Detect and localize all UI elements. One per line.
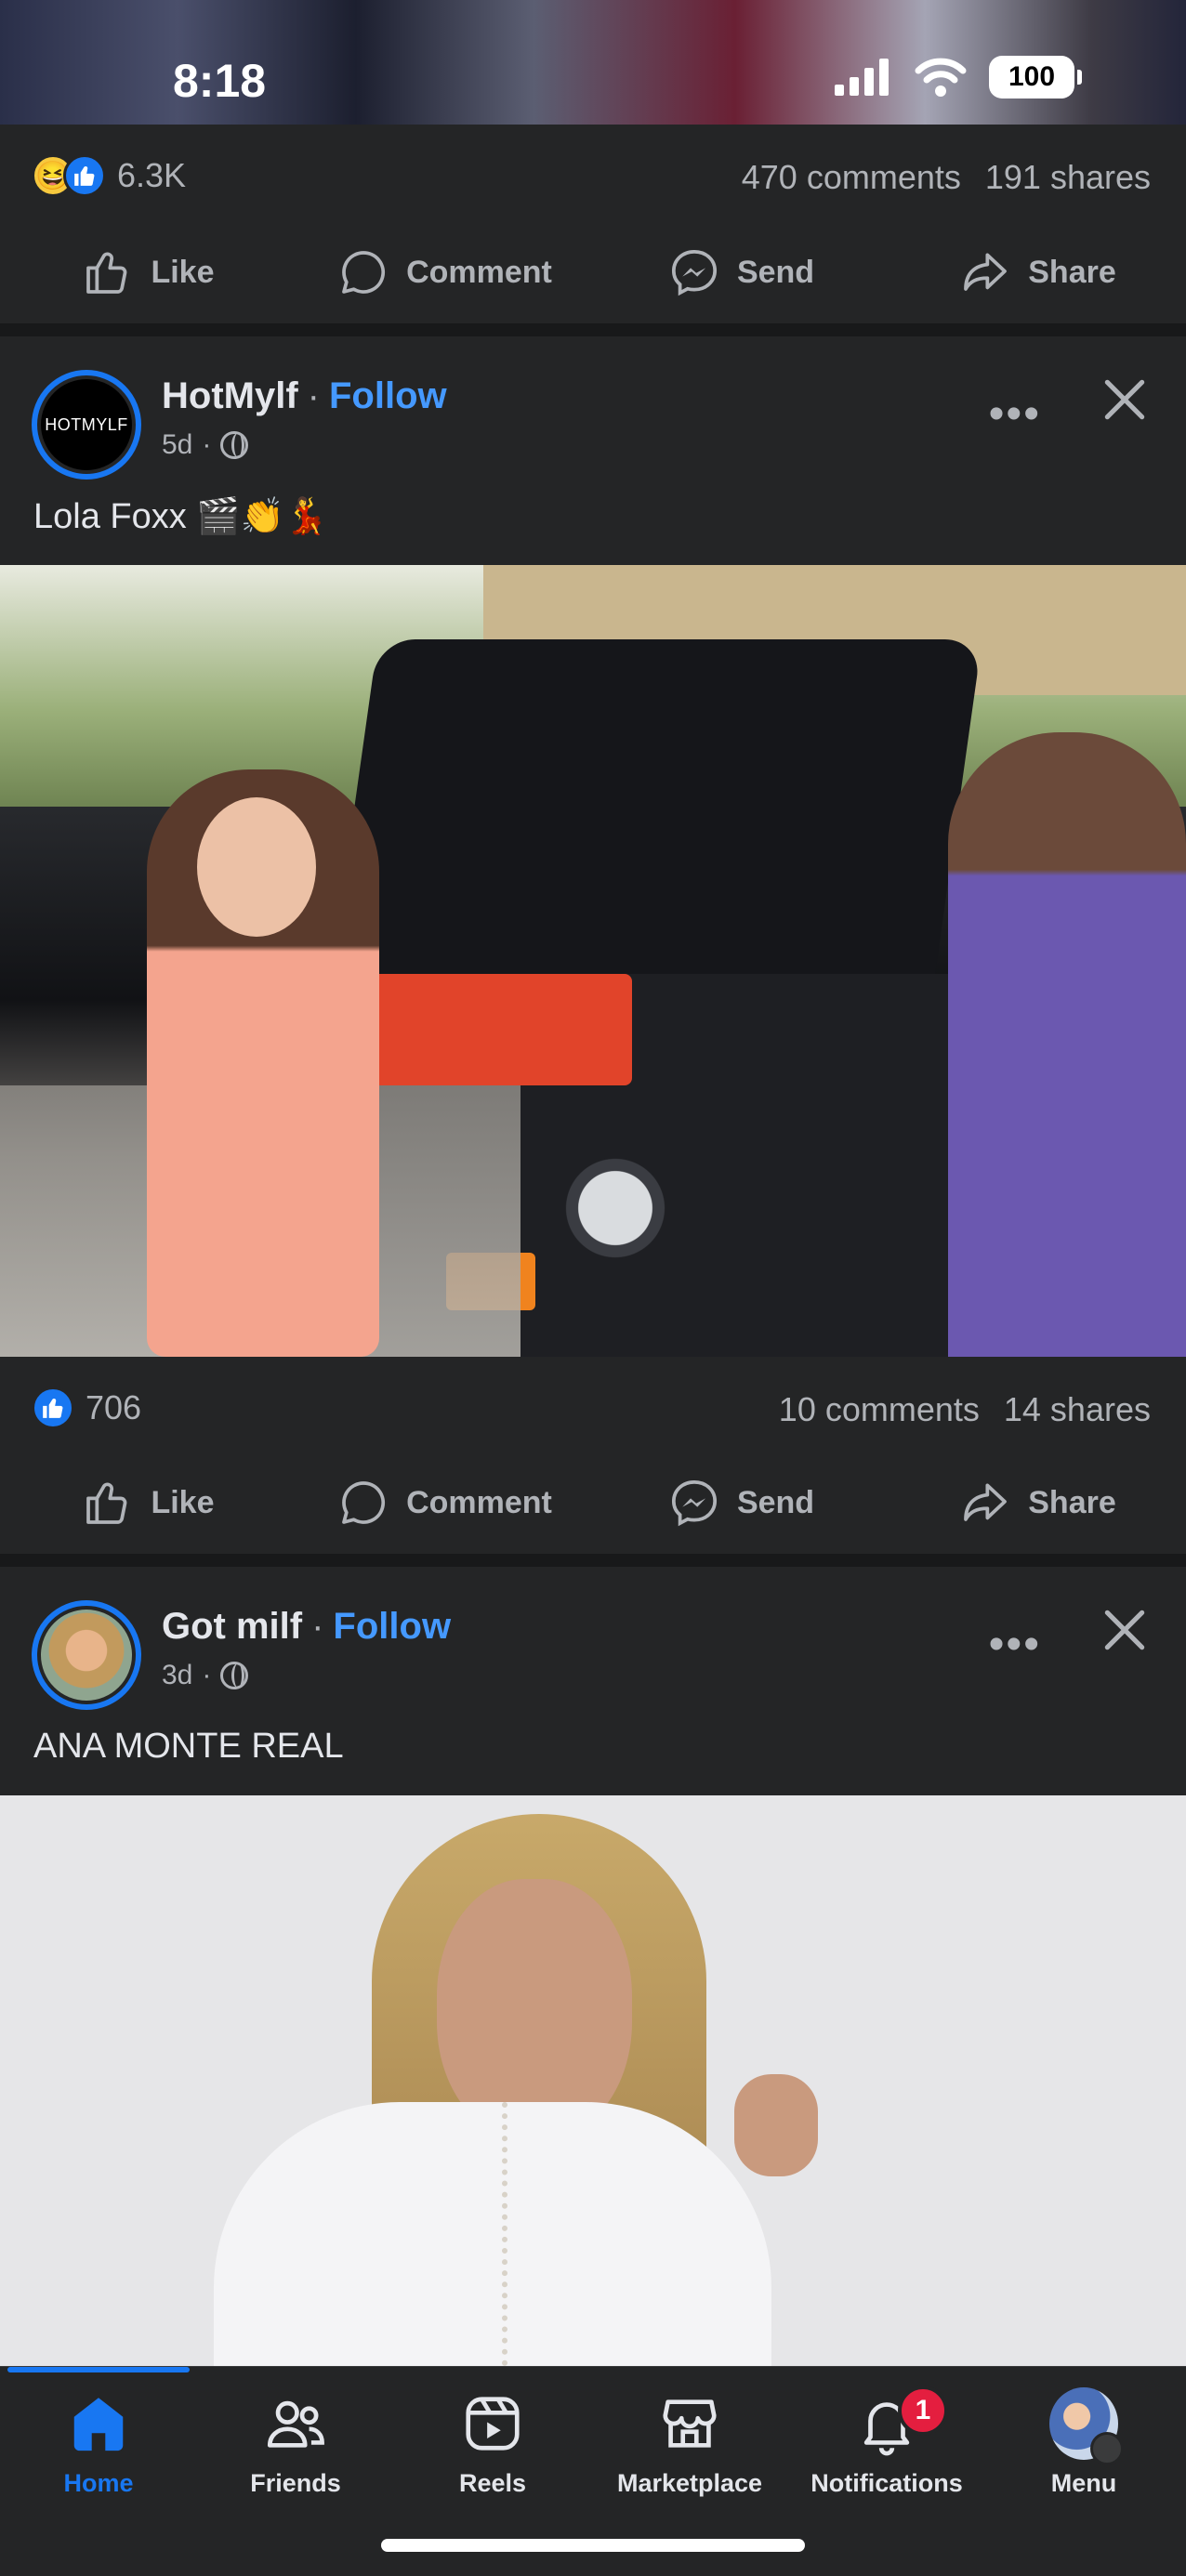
avatar-logo-text: HOTMYLF	[41, 379, 132, 470]
author-name[interactable]: HotMylf	[162, 375, 298, 417]
marketplace-icon	[655, 2389, 724, 2458]
comment-icon	[342, 251, 386, 294]
send-label: Send	[736, 254, 815, 290]
thumbs-up-icon	[86, 1482, 127, 1524]
share-label: Share	[1028, 1484, 1116, 1520]
post-divider	[0, 1554, 1186, 1567]
separator-dot: ·	[202, 1660, 212, 1690]
nav-menu[interactable]: Menu	[985, 2387, 1182, 2519]
separator-dot: ·	[311, 1606, 324, 1647]
reaction-count: 6.3K	[117, 156, 187, 194]
follow-button[interactable]: Follow	[333, 1606, 451, 1648]
send-button[interactable]: Send	[593, 1452, 890, 1554]
globe-icon	[220, 1662, 249, 1689]
share-arrow-icon	[964, 253, 1008, 291]
post-header: Got milf · Follow 3d · •••	[0, 1567, 1186, 1715]
comment-icon	[342, 1481, 386, 1524]
battery-indicator: 100	[989, 56, 1082, 99]
post-caption: Lola Foxx 🎬👏💃	[33, 497, 329, 536]
active-tab-indicator	[7, 2367, 190, 2372]
like-button[interactable]: Like	[0, 221, 296, 323]
separator-dot: ·	[202, 429, 212, 460]
post-actions: Like Comment Send Share	[0, 1452, 1186, 1554]
wifi-icon	[915, 58, 967, 97]
nav-marketplace[interactable]: Marketplace	[591, 2389, 788, 2519]
nav-notifications-label: Notifications	[810, 2469, 963, 2497]
share-label: Share	[1028, 254, 1116, 290]
shares-count[interactable]: 191 shares	[985, 158, 1151, 197]
messenger-icon	[671, 1479, 717, 1527]
prev-post-stats: 😆 6.3K 470 comments 191 shares	[0, 125, 1186, 227]
nav-home-label: Home	[63, 2469, 134, 2497]
author-avatar[interactable]	[32, 1600, 141, 1710]
post-time[interactable]: 3d	[162, 1660, 192, 1691]
home-icon	[64, 2389, 133, 2458]
status-time: 8:18	[173, 55, 267, 107]
like-reaction-icon	[63, 154, 106, 197]
post-time[interactable]: 5d	[162, 429, 192, 461]
post-caption: ANA MONTE REAL	[33, 1727, 344, 1766]
nav-menu-label: Menu	[1050, 2469, 1117, 2497]
comment-label: Comment	[406, 254, 552, 290]
more-options-button[interactable]: •••	[989, 388, 1041, 440]
nav-home[interactable]: Home	[0, 2389, 197, 2519]
like-label: Like	[151, 254, 215, 290]
author-avatar[interactable]: HOTMYLF	[32, 370, 141, 480]
signal-icon	[835, 59, 889, 96]
author-name[interactable]: Got milf	[162, 1606, 302, 1648]
like-reaction-icon	[32, 1387, 74, 1429]
friends-icon	[261, 2389, 330, 2458]
reaction-summary[interactable]: 😆 6.3K	[32, 154, 186, 197]
like-label: Like	[151, 1484, 215, 1520]
close-icon[interactable]	[1099, 1604, 1151, 1656]
like-button[interactable]: Like	[0, 1452, 296, 1554]
post-header: HOTMYLF HotMylf · Follow 5d · •••	[0, 336, 1186, 485]
messenger-icon	[671, 249, 717, 296]
separator-dot: ·	[307, 375, 320, 416]
nav-friends-label: Friends	[250, 2469, 341, 2497]
reels-icon	[458, 2389, 527, 2458]
shares-count[interactable]: 14 shares	[1004, 1390, 1151, 1429]
status-icons: 100	[835, 56, 1082, 99]
nav-friends[interactable]: Friends	[197, 2389, 394, 2519]
close-icon[interactable]	[1099, 374, 1151, 426]
avatar-photo	[41, 1610, 132, 1701]
post-image[interactable]	[0, 1795, 1186, 2366]
profile-avatar	[1049, 2387, 1124, 2465]
post-stats: 706 10 comments 14 shares	[0, 1357, 1186, 1459]
comments-count[interactable]: 10 comments	[779, 1390, 980, 1429]
comment-label: Comment	[406, 1484, 552, 1520]
send-label: Send	[736, 1484, 815, 1520]
share-arrow-icon	[964, 1483, 1008, 1521]
share-button[interactable]: Share	[890, 221, 1186, 323]
avatar	[1049, 2387, 1124, 2465]
globe-icon	[220, 431, 249, 459]
nav-reels-label: Reels	[458, 2469, 527, 2497]
home-indicator[interactable]	[381, 2539, 805, 2552]
menu-icon	[1090, 2432, 1124, 2465]
more-options-button[interactable]: •••	[989, 1619, 1041, 1670]
nav-reels[interactable]: Reels	[394, 2389, 591, 2519]
post-divider	[0, 323, 1186, 336]
comments-count[interactable]: 470 comments	[742, 158, 961, 197]
follow-button[interactable]: Follow	[329, 375, 447, 417]
reaction-summary[interactable]: 706	[32, 1387, 141, 1429]
comment-button[interactable]: Comment	[296, 1452, 593, 1554]
reaction-count: 706	[86, 1388, 142, 1426]
nav-notifications[interactable]: 1 Notifications	[788, 2385, 985, 2519]
prev-post-actions: Like Comment Send Share	[0, 221, 1186, 323]
nav-marketplace-label: Marketplace	[616, 2469, 763, 2497]
post-image[interactable]	[0, 565, 1186, 1357]
thumbs-up-icon	[86, 252, 127, 294]
status-bar: 8:18 100	[0, 0, 1186, 125]
share-button[interactable]: Share	[890, 1452, 1186, 1554]
send-button[interactable]: Send	[593, 221, 890, 323]
notifications-badge: 1	[898, 2385, 948, 2436]
comment-button[interactable]: Comment	[296, 221, 593, 323]
